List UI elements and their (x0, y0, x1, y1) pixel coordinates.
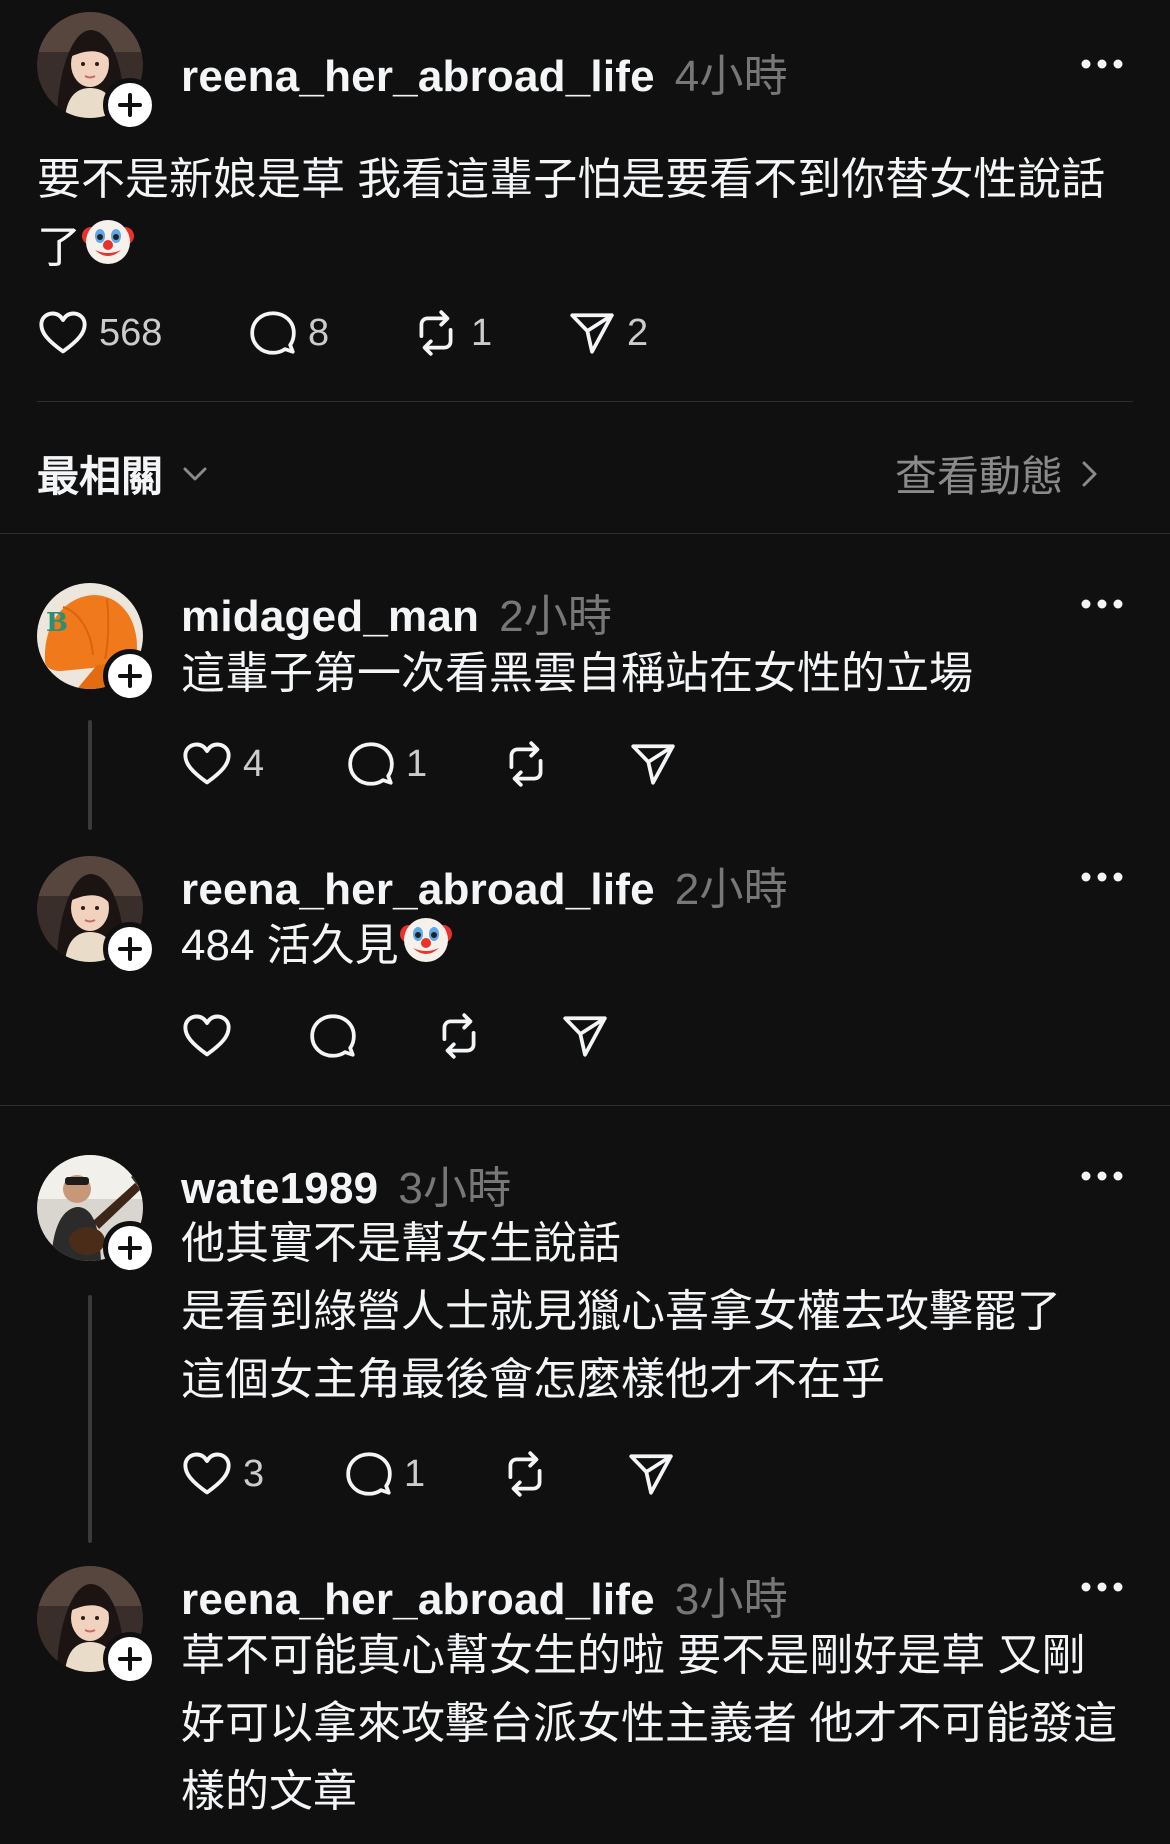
post-text-line: 要不是新娘是草 我看這輩子怕是要看不到你替女性說話 (37, 155, 1106, 204)
reply-text-line: 好可以拿來攻擊台派女性主義者 他才不可能發這 (181, 1699, 1118, 1748)
post-username[interactable]: reena_her_abroad_life 4小時 (181, 40, 788, 104)
comment-button[interactable]: 1 (344, 1446, 425, 1502)
section-divider (0, 533, 1170, 534)
comment-count: 1 (404, 1452, 426, 1495)
chevron-down-icon (183, 467, 207, 480)
reply-time: 3小時 (398, 1164, 512, 1213)
comment-bubble-icon (308, 1011, 358, 1061)
share-button[interactable] (626, 1446, 676, 1502)
chevron-right-icon (1082, 461, 1097, 486)
more-dots-icon[interactable] (1080, 1170, 1124, 1182)
reply-text-line: 他其實不是幫女生說話 (181, 1219, 621, 1268)
repost-icon (500, 1449, 550, 1499)
reply-username[interactable]: wate1989 3小時 (181, 1152, 511, 1216)
reply-text: 484 活久見 (181, 912, 453, 980)
reply-time: 3小時 (674, 1575, 788, 1624)
more-dots-icon[interactable] (1080, 871, 1124, 883)
username-text[interactable]: reena_her_abroad_life (181, 1575, 655, 1624)
follow-plus-icon[interactable] (103, 649, 157, 703)
reply-time: 2小時 (499, 592, 613, 641)
heart-icon (181, 1010, 233, 1062)
more-dots-icon[interactable] (1080, 1581, 1124, 1593)
post-text: 要不是新娘是草 我看這輩子怕是要看不到你替女性說話 了 (37, 146, 1105, 282)
comment-button[interactable] (308, 1008, 358, 1064)
reply-text-line: 樣的文章 (181, 1767, 357, 1816)
post-time: 4小時 (674, 52, 788, 101)
comment-button[interactable]: 1 (346, 736, 427, 792)
like-button[interactable]: 568 (37, 305, 162, 361)
share-button[interactable] (560, 1008, 610, 1064)
comment-bubble-icon (346, 739, 396, 789)
share-button[interactable] (628, 736, 678, 792)
comment-count: 8 (308, 311, 330, 354)
send-icon (560, 1011, 610, 1061)
like-count: 4 (243, 742, 265, 785)
username-text[interactable]: midaged_man (181, 592, 479, 641)
reply-text-line: 這輩子第一次看黑雲自稱站在女性的立場 (181, 649, 973, 698)
like-button[interactable]: 4 (181, 736, 264, 792)
reply-username[interactable]: reena_her_abroad_life 2小時 (181, 853, 788, 917)
reply-username[interactable]: reena_her_abroad_life 3小時 (181, 1563, 788, 1627)
reply-text: 這輩子第一次看黑雲自稱站在女性的立場 (181, 640, 973, 708)
reply-text-line: 這個女主角最後會怎麼樣他才不在乎 (181, 1355, 885, 1404)
sort-dropdown[interactable]: 最相關 (37, 443, 213, 504)
like-button[interactable] (181, 1008, 233, 1064)
comment-bubble-icon (248, 308, 298, 358)
like-count: 568 (99, 311, 163, 354)
heart-icon (181, 1448, 233, 1500)
send-icon (626, 1449, 676, 1499)
view-activity-label: 查看動態 (895, 453, 1064, 500)
follow-plus-icon[interactable] (103, 922, 157, 976)
reply-text-line: 是看到綠營人士就見獵心喜拿女權去攻擊罷了 (181, 1287, 1061, 1336)
repost-icon (411, 308, 461, 358)
post-text-line: 了 (37, 214, 1105, 282)
clown-face-icon (399, 912, 453, 966)
view-activity-link[interactable]: 查看動態 (895, 443, 1107, 504)
reply-text: 他其實不是幫女生說話 是看到綠營人士就見獵心喜拿女權去攻擊罷了 這個女主角最後會… (181, 1210, 1061, 1414)
repost-button[interactable] (500, 1446, 550, 1502)
send-icon (567, 308, 617, 358)
section-divider (0, 1105, 1170, 1106)
username-text[interactable]: wate1989 (181, 1164, 378, 1213)
divider (37, 401, 1133, 402)
sort-label: 最相關 (37, 453, 164, 500)
comment-button[interactable]: 8 (248, 305, 329, 361)
reply-text-line: 草不可能真心幫女生的啦 要不是剛好是草 又剛 (181, 1631, 1086, 1680)
reply-text-line: 484 活久見 (181, 912, 453, 980)
share-count: 2 (627, 311, 649, 354)
repost-count: 1 (471, 311, 493, 354)
username-text[interactable]: reena_her_abroad_life (181, 865, 655, 914)
reply-time: 2小時 (674, 865, 788, 914)
thread-line (88, 720, 92, 830)
heart-icon (37, 307, 89, 359)
repost-button[interactable] (501, 736, 551, 792)
heart-icon (181, 738, 233, 790)
reply-username[interactable]: midaged_man 2小時 (181, 580, 612, 644)
share-button[interactable]: 2 (567, 305, 648, 361)
like-button[interactable]: 3 (181, 1446, 264, 1502)
like-count: 3 (243, 1452, 265, 1495)
follow-plus-icon[interactable] (103, 1632, 157, 1686)
repost-button[interactable]: 1 (411, 305, 492, 361)
thread-line (88, 1295, 92, 1543)
follow-plus-icon[interactable] (103, 78, 157, 132)
clown-face-icon (81, 214, 135, 268)
send-icon (628, 739, 678, 789)
more-dots-icon[interactable] (1080, 598, 1124, 610)
comment-count: 1 (406, 742, 428, 785)
username-text[interactable]: reena_her_abroad_life (181, 52, 655, 101)
follow-plus-icon[interactable] (103, 1221, 157, 1275)
comment-bubble-icon (344, 1449, 394, 1499)
repost-icon (434, 1011, 484, 1061)
repost-icon (501, 739, 551, 789)
reply-text: 草不可能真心幫女生的啦 要不是剛好是草 又剛 好可以拿來攻擊台派女性主義者 他才… (181, 1622, 1117, 1826)
more-dots-icon[interactable] (1080, 58, 1124, 70)
repost-button[interactable] (434, 1008, 484, 1064)
